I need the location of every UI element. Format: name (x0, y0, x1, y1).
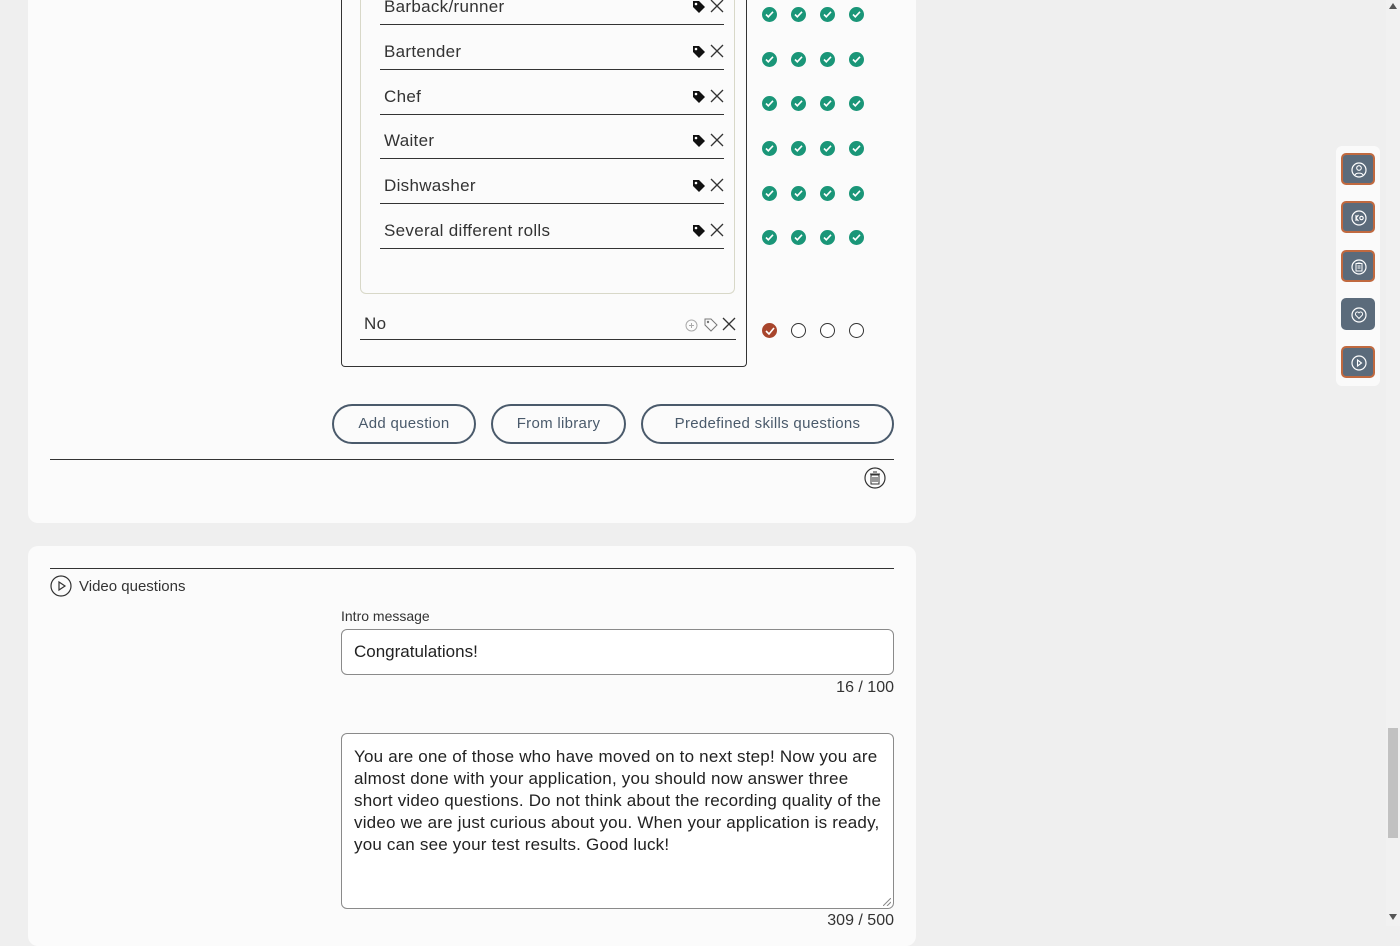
add-question-button[interactable]: Add question (332, 404, 476, 444)
scroll-up-icon[interactable] (1389, 3, 1397, 9)
close-icon[interactable] (722, 317, 736, 331)
side-button-profile[interactable] (1341, 153, 1375, 185)
no-answer-row[interactable]: No (360, 311, 736, 340)
check-circle-icon[interactable] (849, 230, 864, 245)
tag-icon[interactable] (692, 90, 706, 104)
no-answer-label[interactable]: No (364, 314, 386, 334)
check-circle-icon[interactable] (849, 141, 864, 156)
scroll-thumb[interactable] (1388, 728, 1398, 838)
trash-icon[interactable] (864, 467, 886, 489)
check-circle-icon[interactable] (791, 96, 806, 111)
side-button-clipboard[interactable] (1341, 250, 1375, 282)
answer-score-checks (762, 52, 872, 70)
answer-label[interactable]: Dishwasher (384, 176, 476, 196)
resize-handle-icon[interactable] (883, 898, 891, 906)
check-circle-icon[interactable] (791, 230, 806, 245)
check-circle-icon[interactable] (820, 52, 835, 67)
check-circle-icon[interactable] (762, 96, 777, 111)
answer-label[interactable]: Chef (384, 87, 421, 107)
intro-message-value[interactable]: Congratulations! (354, 642, 478, 662)
tag-icon[interactable] (692, 224, 706, 238)
predefined-skills-button[interactable]: Predefined skills questions (641, 404, 894, 444)
heart-circle-icon (1351, 307, 1367, 323)
play-circle-icon (50, 575, 72, 597)
check-circle-icon[interactable] (762, 7, 777, 22)
message-textarea[interactable]: You are one of those who have moved on t… (341, 733, 894, 909)
check-circle-icon[interactable] (820, 186, 835, 201)
answer-row[interactable]: Bartender (380, 39, 724, 70)
answer-score-checks (762, 230, 872, 248)
check-circle-icon[interactable] (849, 52, 864, 67)
check-circle-icon[interactable] (762, 230, 777, 245)
divider (50, 568, 894, 569)
close-icon[interactable] (710, 89, 724, 103)
answer-label[interactable]: Barback/runner (384, 0, 504, 17)
answer-label[interactable]: Several different rolls (384, 221, 550, 241)
tag-icon[interactable] (692, 45, 706, 59)
user-circle-icon (1351, 162, 1367, 178)
answer-row[interactable]: Dishwasher (380, 173, 724, 204)
side-button-heart[interactable] (1341, 298, 1375, 330)
answer-label[interactable]: Bartender (384, 42, 461, 62)
check-circle-icon[interactable] (791, 52, 806, 67)
close-icon[interactable] (710, 0, 724, 13)
tag-icon[interactable] (692, 0, 706, 14)
video-questions-title: Video questions (79, 578, 186, 595)
close-icon[interactable] (710, 178, 724, 192)
answer-row[interactable]: Several different rolls (380, 218, 724, 249)
answer-score-checks (762, 96, 872, 114)
intro-message-input[interactable]: Congratulations! (341, 629, 894, 675)
radio-option[interactable] (791, 323, 806, 338)
answer-score-checks (762, 7, 872, 25)
check-circle-icon[interactable] (762, 186, 777, 201)
answer-score-checks (762, 186, 872, 204)
answer-label[interactable]: Waiter (384, 131, 434, 151)
side-rail (1336, 146, 1380, 386)
tag-outline-icon[interactable] (704, 318, 718, 332)
check-circle-icon[interactable] (791, 7, 806, 22)
tag-icon[interactable] (692, 179, 706, 193)
ko-icon (1351, 210, 1367, 226)
side-button-video[interactable] (1341, 346, 1375, 378)
check-circle-icon[interactable] (820, 96, 835, 111)
check-circle-icon[interactable] (791, 186, 806, 201)
check-circle-icon[interactable] (791, 141, 806, 156)
radio-option[interactable] (849, 323, 864, 338)
close-icon[interactable] (710, 223, 724, 237)
check-circle-icon[interactable] (820, 141, 835, 156)
side-button-knockout[interactable] (1341, 201, 1375, 233)
check-circle-icon[interactable] (762, 141, 777, 156)
check-circle-icon[interactable] (849, 7, 864, 22)
check-circle-icon[interactable] (820, 230, 835, 245)
divider (50, 459, 894, 460)
message-char-counter: 309 / 500 (827, 912, 894, 929)
check-circle-icon[interactable] (762, 52, 777, 67)
page-scrollbar[interactable] (1386, 0, 1400, 926)
add-circle-icon[interactable] (685, 319, 698, 332)
clipboard-icon (1351, 259, 1367, 275)
check-circle-icon[interactable] (849, 186, 864, 201)
no-answer-radios[interactable] (762, 323, 872, 339)
intro-message-label: Intro message (341, 608, 430, 624)
tag-icon[interactable] (692, 134, 706, 148)
answer-row[interactable]: Chef (380, 84, 724, 115)
radio-option[interactable] (820, 323, 835, 338)
message-textarea-value[interactable]: You are one of those who have moved on t… (354, 746, 889, 856)
from-library-button[interactable]: From library (491, 404, 626, 444)
intro-char-counter: 16 / 100 (836, 679, 894, 696)
close-icon[interactable] (710, 133, 724, 147)
answer-row[interactable]: Waiter (380, 128, 724, 159)
scroll-down-icon[interactable] (1389, 914, 1397, 920)
answer-row[interactable]: Barback/runner (380, 0, 724, 25)
play-circle-icon (1351, 355, 1367, 371)
check-circle-icon[interactable] (849, 96, 864, 111)
close-icon[interactable] (710, 44, 724, 58)
check-circle-icon[interactable] (820, 7, 835, 22)
radio-selected[interactable] (762, 323, 777, 338)
answer-score-checks (762, 141, 872, 159)
